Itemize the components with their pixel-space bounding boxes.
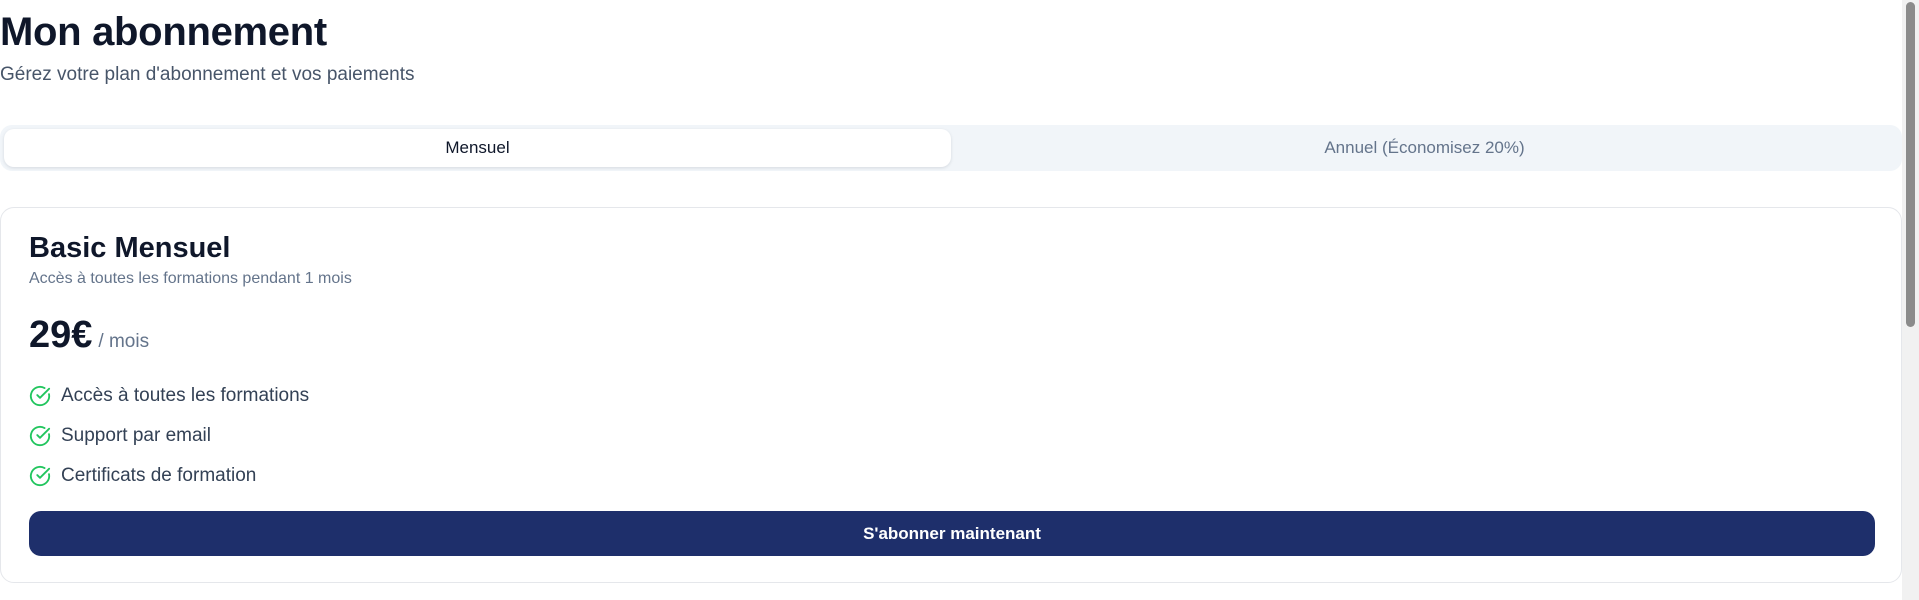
check-circle-icon [29,465,51,487]
subscribe-button[interactable]: S'abonner maintenant [29,511,1875,556]
feature-item: Accès à toutes les formations [29,376,309,416]
tab-monthly[interactable]: Mensuel [4,129,951,167]
feature-label: Accès à toutes les formations [61,385,310,406]
plan-description: Accès à toutes les formations pendant 1 … [29,270,352,287]
plan-card: Basic Mensuel Accès à toutes les formati… [0,207,1902,583]
vertical-scrollbar[interactable] [1902,0,1919,600]
feature-item: Certificats de formation [29,456,309,496]
price-period: / mois [98,331,150,352]
feature-item: Support par email [29,416,309,456]
feature-list: Accès à toutes les formations Support pa… [29,376,309,496]
check-circle-icon [29,385,51,407]
page-subtitle: Gérez votre plan d'abonnement et vos pai… [0,64,415,85]
page-title: Mon abonnement [0,10,327,54]
tab-yearly[interactable]: Annuel (Économisez 20%) [951,129,1898,167]
feature-label: Certificats de formation [61,465,257,486]
billing-period-toggle: Mensuel Annuel (Économisez 20%) [0,125,1902,171]
scrollbar-thumb[interactable] [1906,2,1915,327]
check-circle-icon [29,425,51,447]
price-amount: 29€ [29,314,93,356]
price-row: 29€ / mois [29,314,149,357]
feature-label: Support par email [61,425,211,446]
plan-name: Basic Mensuel [29,232,231,264]
subscription-page: Mon abonnement Gérez votre plan d'abonne… [0,0,1919,600]
